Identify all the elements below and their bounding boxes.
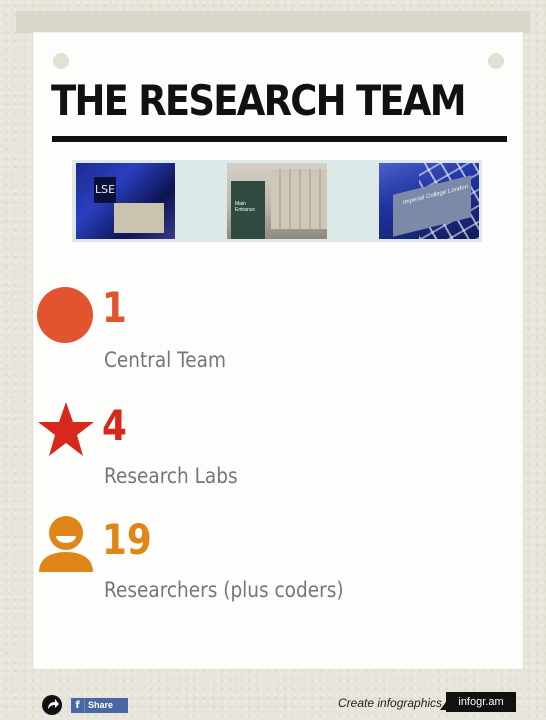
imperial-college-photo: Imperial College London	[379, 163, 479, 239]
kings-college-photo: Main Entrance	[227, 163, 327, 239]
title-divider	[52, 136, 507, 142]
stat-label: Research Labs	[104, 464, 238, 488]
stat-label: Central Team	[104, 348, 227, 372]
share-arrow-glyph	[48, 699, 59, 709]
star-icon	[38, 402, 94, 456]
footer: f Share Create infographics infogr.am	[0, 688, 546, 717]
lse-sign: LSE	[94, 177, 116, 203]
pin-right	[488, 53, 504, 69]
lse-panel	[114, 203, 164, 233]
person-icon	[39, 516, 93, 572]
pin-left	[53, 53, 69, 69]
share-arrow-icon[interactable]	[42, 695, 62, 715]
infogram-logo-link[interactable]: infogr.am	[440, 692, 516, 712]
top-strip	[16, 11, 530, 33]
stat-label: Researchers (plus coders)	[104, 578, 344, 602]
photo-strip: LSE Main Entrance Imperial College Londo…	[72, 160, 482, 242]
create-infographics-link[interactable]: Create infographics	[338, 694, 442, 712]
share-label: Share	[88, 700, 114, 710]
page-title: THE RESEARCH TEAM	[51, 76, 467, 125]
kings-building	[271, 169, 327, 229]
kings-sign: Main Entrance	[235, 201, 256, 213]
stat-number: 4	[102, 401, 127, 450]
imperial-sign: Imperial College London	[403, 184, 469, 207]
stat-number: 1	[102, 283, 127, 332]
circle-icon	[37, 287, 93, 343]
facebook-icon: f	[71, 698, 85, 713]
kings-door: Main Entrance	[231, 181, 265, 239]
stat-number: 19	[102, 515, 152, 564]
lse-photo: LSE	[76, 163, 175, 239]
facebook-share-button[interactable]: f Share	[71, 698, 128, 713]
